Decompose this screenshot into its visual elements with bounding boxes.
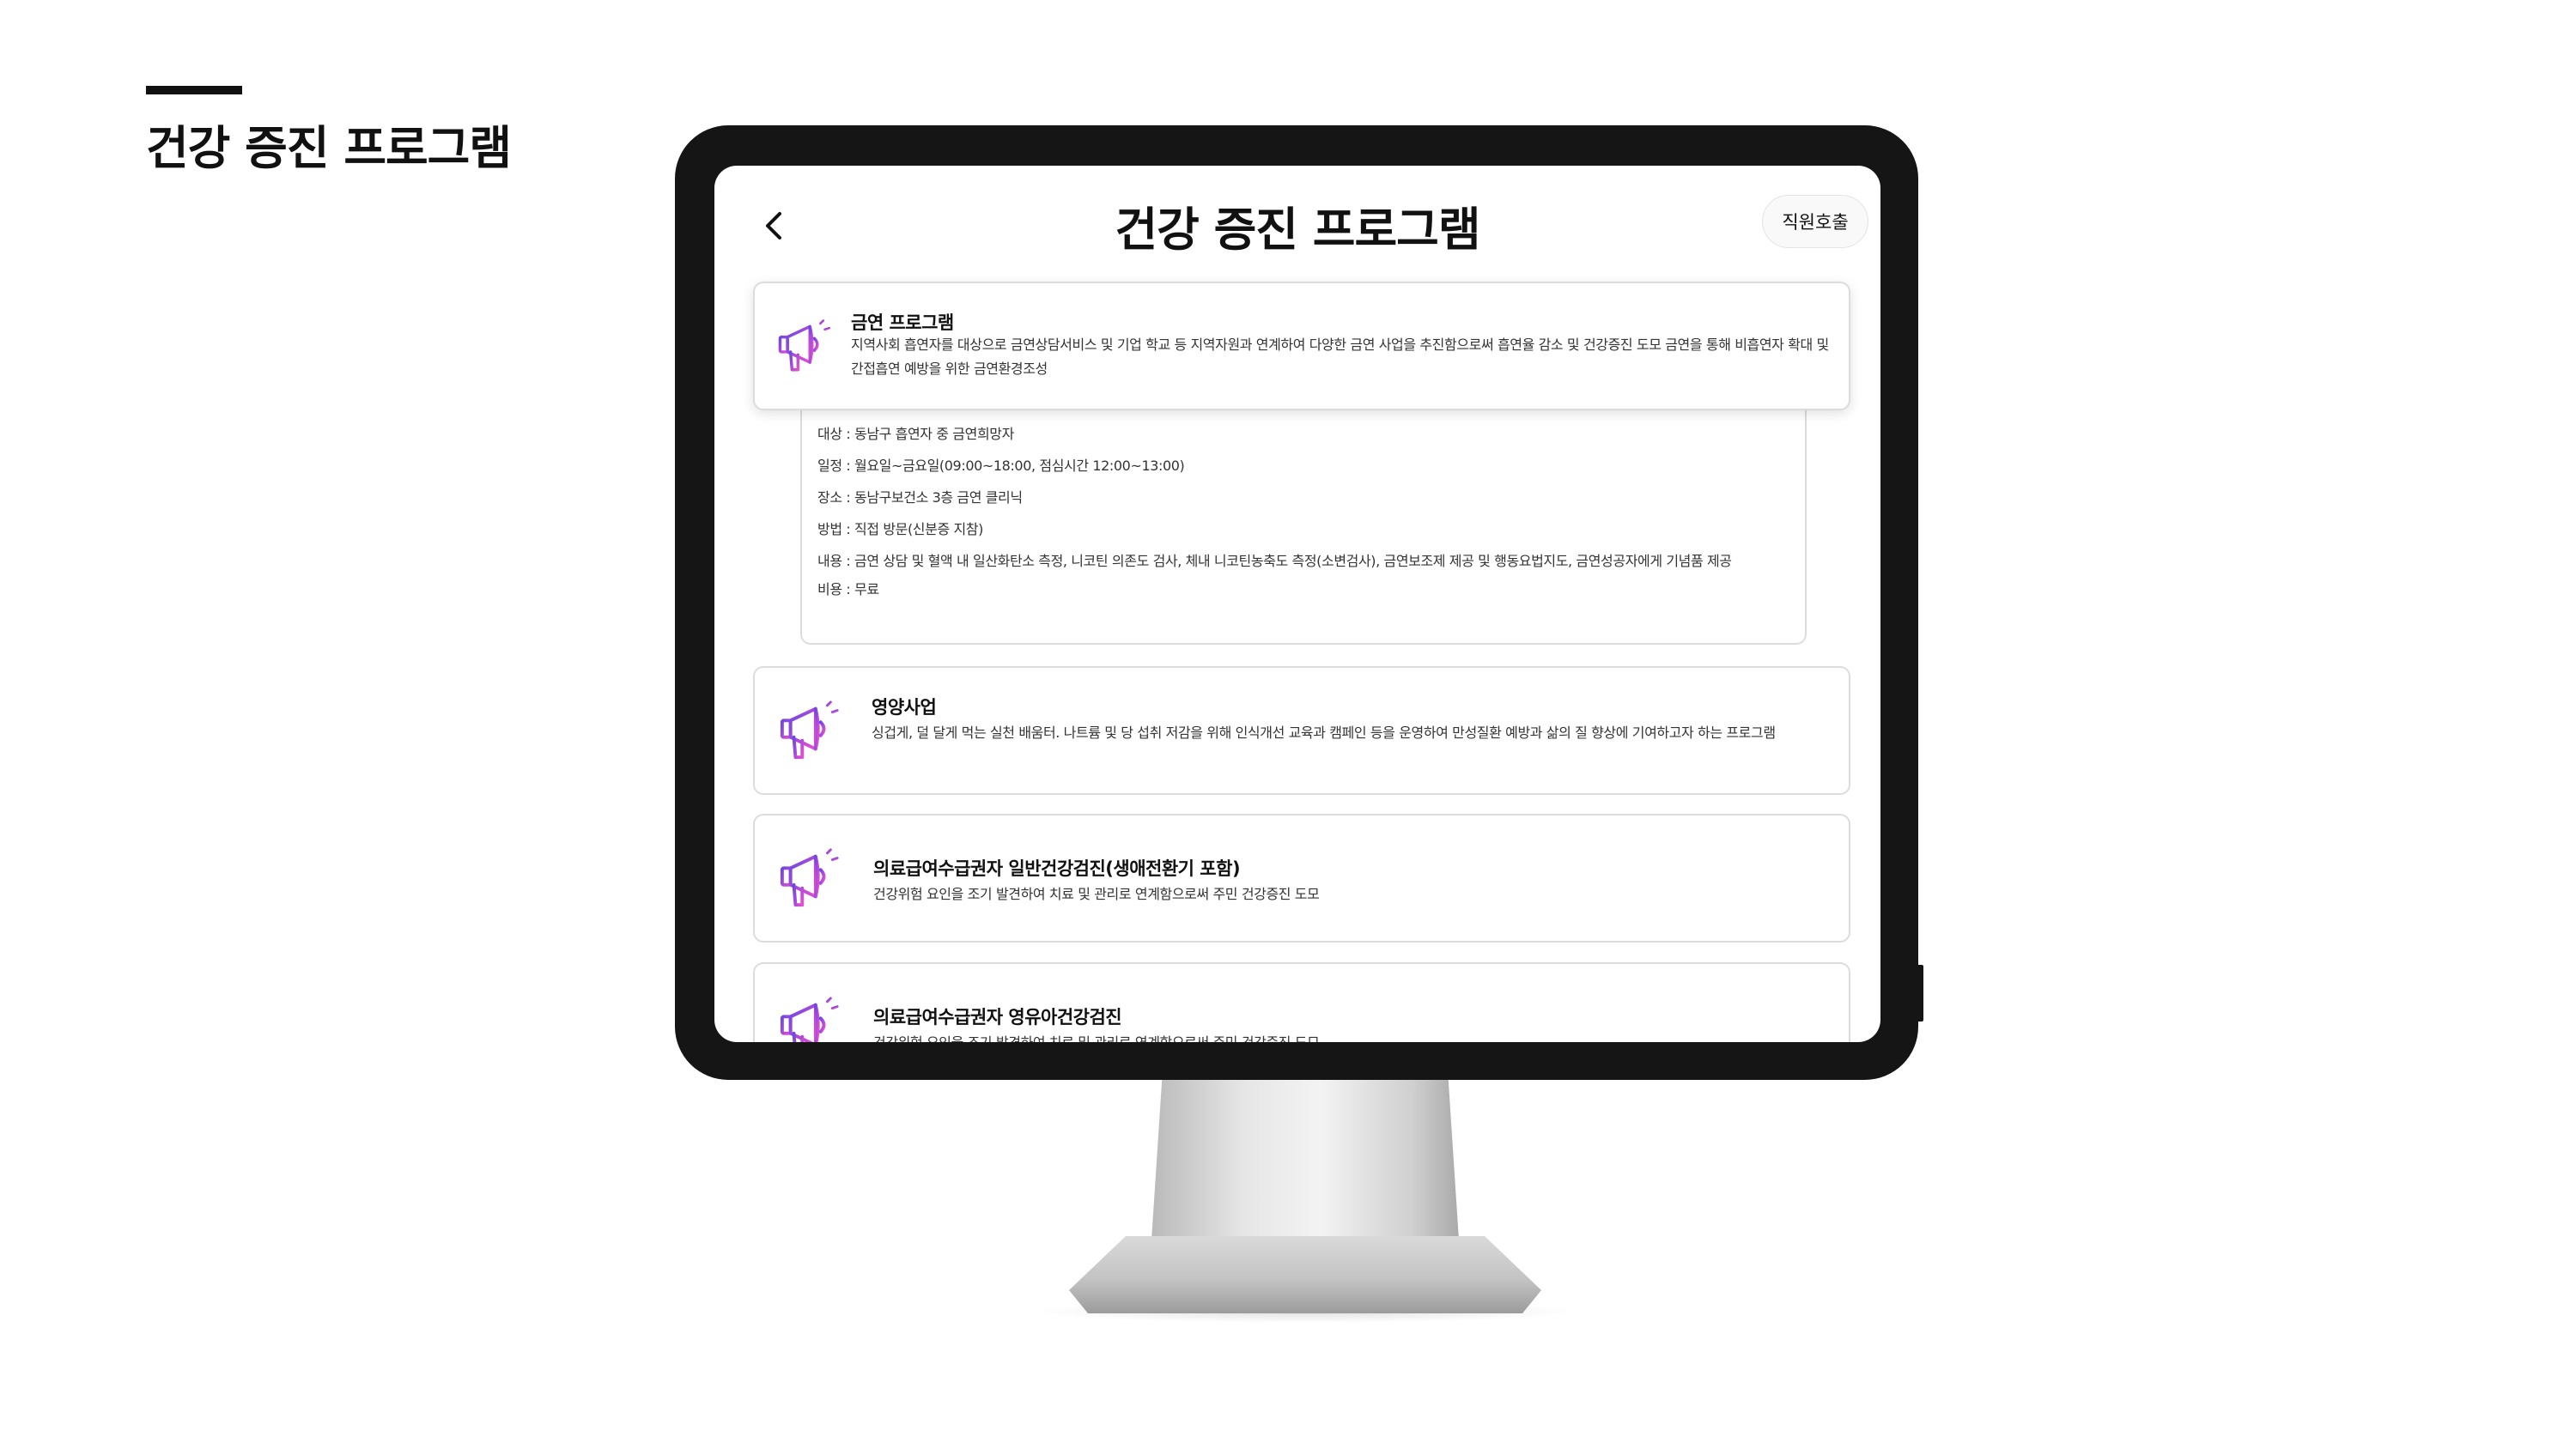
slide-title-accent-bar <box>146 86 242 94</box>
page-title: 건강 증진 프로그램 <box>1115 203 1480 257</box>
program-title: 의료급여수급권자 일반건강검진(생애전환기 포함) <box>873 858 1241 879</box>
detail-location: 장소 : 동남구보건소 3층 금연 클리닉 <box>817 489 1023 506</box>
detail-target: 대상 : 동남구 흡연자 중 금연희망자 <box>817 426 1014 442</box>
program-description: 지역사회 흡연자를 대상으로 금연상담서비스 및 기업 학교 등 지역자원과 연… <box>851 336 1829 377</box>
megaphone-icon <box>778 319 831 372</box>
monitor-stand-base <box>1069 1236 1541 1313</box>
monitor-stand-neck <box>1151 1064 1460 1253</box>
program-card-nutrition[interactable]: 영양사업 싱겁게, 덜 달게 먹는 실천 배움터. 나트륨 및 당 섭취 저감을… <box>753 666 1850 795</box>
program-card-infant-checkup[interactable]: 의료급여수급권자 영유아건강검진 건강위험 요인을 조기 발견하여 치료 및 관… <box>753 962 1850 1042</box>
kiosk-screen: 건강 증진 프로그램 직원호출 금연 프로그램 지역사회 흡연자를 대상으로 금… <box>714 166 1880 1042</box>
megaphone-icon <box>780 997 839 1042</box>
detail-method: 방법 : 직접 방문(신분증 지참) <box>817 521 983 537</box>
program-card-general-checkup[interactable]: 의료급여수급권자 일반건강검진(생애전환기 포함) 건강위험 요인을 조기 발견… <box>753 814 1850 943</box>
program-description: 건강위험 요인을 조기 발견하여 치료 및 관리로 연계함으로써 주민 건강증진… <box>873 1031 1832 1042</box>
program-title: 영양사업 <box>872 697 937 718</box>
program-detail-panel: 대상 : 동남구 흡연자 중 금연희망자 일정 : 월요일~금요일(09:00~… <box>800 409 1807 645</box>
detail-schedule: 일정 : 월요일~금요일(09:00~18:00, 점심시간 12:00~13:… <box>817 458 1185 474</box>
program-description: 건강위험 요인을 조기 발견하여 치료 및 관리로 연계함으로써 주민 건강증진… <box>873 886 1320 902</box>
slide-title: 건강 증진 프로그램 <box>146 121 512 175</box>
program-card-smoking-cessation[interactable]: 금연 프로그램 지역사회 흡연자를 대상으로 금연상담서비스 및 기업 학교 등… <box>753 282 1850 410</box>
megaphone-icon <box>780 700 839 760</box>
megaphone-icon <box>780 848 839 907</box>
detail-cost: 비용 : 무료 <box>817 581 879 597</box>
program-title: 의료급여수급권자 영유아건강검진 <box>873 1007 1122 1028</box>
program-description: 싱겁게, 덜 달게 먹는 실천 배움터. 나트륨 및 당 섭취 저감을 위해 인… <box>872 724 1776 741</box>
program-title: 금연 프로그램 <box>851 312 954 333</box>
detail-content: 내용 : 금연 상담 및 혈액 내 일산화탄소 측정, 니코틴 의존도 검사, … <box>817 553 1732 569</box>
staff-call-button[interactable]: 직원호출 <box>1762 195 1868 248</box>
